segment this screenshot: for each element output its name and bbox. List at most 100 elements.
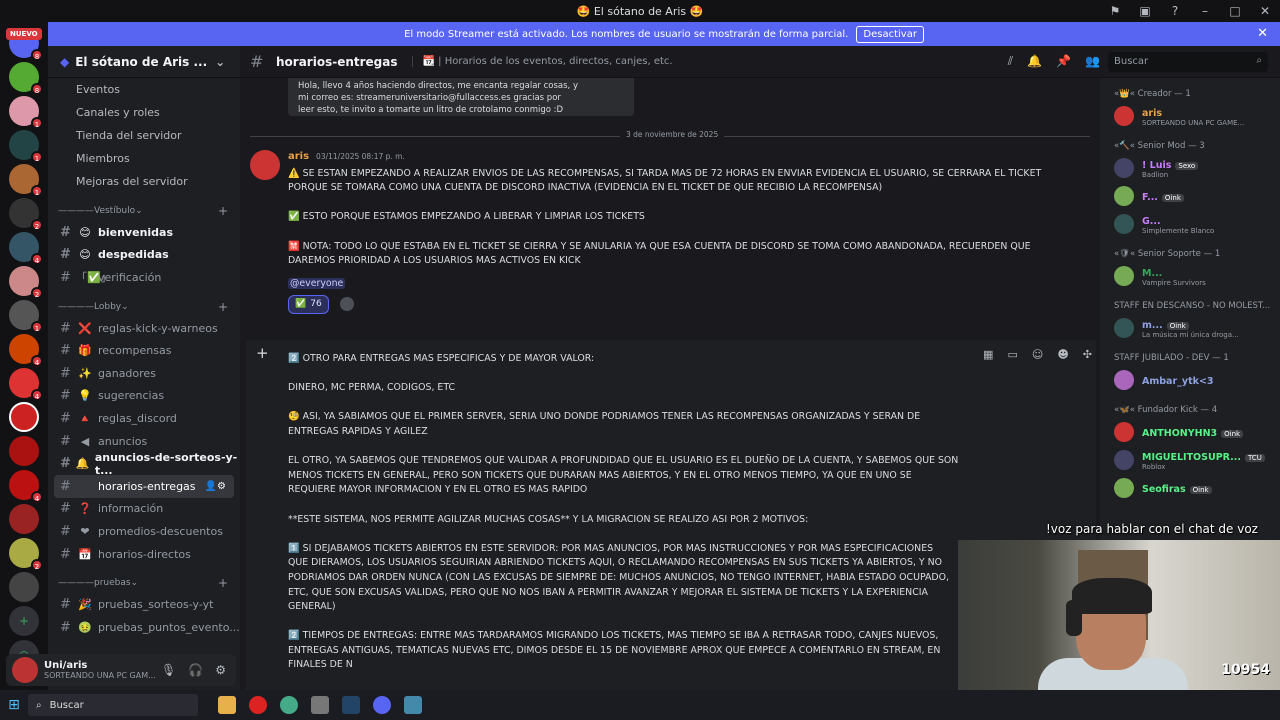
server-icon-2[interactable]: 8 — [9, 62, 43, 95]
channel-item[interactable]: # 🎉 pruebas_sorteos-y-yt — [48, 593, 240, 616]
threads-icon[interactable]: ⫽ — [1008, 54, 1013, 69]
bell-icon[interactable]: 🔔 — [1027, 54, 1042, 69]
disable-streamer-button[interactable]: Desactivar — [856, 25, 924, 43]
avatar[interactable] — [1114, 106, 1134, 126]
avatar[interactable] — [1114, 450, 1134, 470]
close-banner-icon[interactable]: ✕ — [1257, 26, 1268, 41]
calculator-icon[interactable] — [404, 696, 422, 714]
server-icon-15[interactable]: 2 — [9, 538, 43, 571]
screen-icon[interactable]: ▣ — [1130, 4, 1160, 18]
member-item[interactable]: G... Simplemente Blanco — [1100, 210, 1280, 238]
channel-item[interactable]: # 🔺 reglas_discord — [48, 407, 240, 430]
avatar[interactable] — [1114, 158, 1134, 178]
member-item[interactable]: M... Vampire Survivors — [1100, 262, 1280, 290]
channel-item[interactable]: # 🤢 pruebas_puntos_evento... — [48, 616, 240, 639]
everyone-mention[interactable]: @everyone — [288, 277, 346, 289]
close-icon[interactable]: ✕ — [1250, 4, 1280, 18]
channel-item[interactable]: # ✨ ganadores — [48, 362, 240, 385]
channel-item[interactable]: # 「✅」 verificación — [48, 266, 240, 289]
server-icon-4[interactable]: 1 — [9, 130, 43, 163]
plus-icon[interactable]: + — [256, 344, 269, 362]
server-icon-14[interactable] — [9, 504, 39, 534]
minimize-icon[interactable]: – — [1190, 4, 1220, 18]
add-channel-icon[interactable]: + — [218, 576, 228, 590]
member-item[interactable]: m... Oink La música mi única droga... — [1100, 314, 1280, 342]
server-icon-9[interactable]: 1 — [9, 300, 43, 333]
channel-item[interactable]: # ❤ promedios-descuentos — [48, 520, 240, 543]
taskbar-search[interactable]: ⌕ Buscar — [28, 694, 198, 716]
avatar[interactable] — [12, 657, 38, 683]
server-icon-active[interactable] — [9, 402, 39, 432]
opera-icon[interactable] — [249, 696, 267, 714]
members-icon[interactable]: 👥 — [1085, 54, 1100, 69]
add-channel-icon[interactable]: + — [218, 300, 228, 314]
channel-item[interactable]: # 😊 bienvenidas — [48, 221, 240, 244]
channel-item[interactable]: # 💡 sugerencias — [48, 385, 240, 408]
avatar[interactable] — [1114, 370, 1134, 390]
server-header[interactable]: ◆ El sótano de Aris ... ⌄ — [48, 46, 240, 78]
server-icon-11[interactable]: 4 — [9, 368, 43, 401]
member-item[interactable]: Ambar_ytk<3 — [1100, 366, 1280, 394]
member-item[interactable]: ANTHONYHN3 Oink — [1100, 418, 1280, 446]
microphone-icon[interactable]: 🎙 — [161, 663, 176, 677]
add-server-icon[interactable]: + — [9, 606, 39, 636]
app-icon[interactable] — [311, 696, 329, 714]
search-input[interactable]: Buscar ⌕ — [1108, 52, 1268, 72]
add-channel-icon[interactable]: + — [218, 204, 228, 218]
category-lobby[interactable]: ———— Lobby ⌄ + — [48, 297, 240, 317]
channel-item[interactable]: # 😊 despedidas — [48, 244, 240, 267]
channel-item[interactable]: # 🎁 recompensas — [48, 339, 240, 362]
nav-item[interactable]: Canales y roles — [48, 101, 240, 124]
server-icon-12[interactable] — [9, 436, 39, 466]
more-icon[interactable]: ✣ — [1083, 348, 1092, 361]
channel-item[interactable]: # ❌ reglas-kick-y-warneos — [48, 317, 240, 340]
avatar[interactable] — [1114, 478, 1134, 498]
reaction-button[interactable]: ✅ 76 — [288, 295, 329, 314]
steam-icon[interactable] — [342, 696, 360, 714]
nav-item[interactable]: Tienda del servidor — [48, 124, 240, 147]
channel-item[interactable]: # ❓ información — [48, 498, 240, 521]
nav-item[interactable]: Miembros — [48, 147, 240, 170]
member-item[interactable]: F... Oink — [1100, 182, 1280, 210]
avatar[interactable] — [1114, 266, 1134, 286]
maximize-icon[interactable]: □ — [1220, 4, 1250, 18]
file-explorer-icon[interactable] — [218, 696, 236, 714]
server-icon-10[interactable]: 4 — [9, 334, 43, 367]
category-pruebas[interactable]: ———— pruebas ⌄ + — [48, 573, 240, 593]
category-vestibulo[interactable]: ———— Vestíbulo ⌄ + — [48, 201, 240, 221]
avatar[interactable] — [1114, 214, 1134, 234]
server-icon-6[interactable]: 2 — [9, 198, 43, 231]
member-item[interactable]: MIGUELITOSUPR... TCU Roblox — [1100, 446, 1280, 474]
member-item[interactable]: Seofiras Oink — [1100, 474, 1280, 502]
avatar[interactable] — [1114, 422, 1134, 442]
channel-topic[interactable]: 📆 | Horarios de los eventos, directos, c… — [411, 56, 673, 67]
server-icon-7[interactable]: 4 — [9, 232, 43, 265]
discord-icon[interactable] — [373, 696, 391, 714]
chrome-icon[interactable] — [280, 696, 298, 714]
member-item[interactable]: aris SORTEANDO UNA PC GAME... — [1100, 102, 1280, 130]
channel-item[interactable]: # 🔔 anuncios-de-sorteos-y-t... — [48, 451, 240, 477]
help-icon[interactable]: ? — [1160, 4, 1190, 18]
windows-icon[interactable]: ⊞ — [0, 697, 28, 713]
server-icon-5[interactable]: 1 — [9, 164, 43, 197]
avatar[interactable] — [1114, 318, 1134, 338]
channel-item[interactable]: # 📅 horarios-directos — [48, 543, 240, 566]
channel-item[interactable]: # horarios-entregas 👤⚙ — [54, 474, 234, 498]
channel-item[interactable]: # ◀ anuncios — [48, 430, 240, 453]
server-icon-8[interactable]: 2 — [9, 266, 43, 299]
add-reaction-icon[interactable] — [339, 296, 354, 311]
channel-actions[interactable]: 👤⚙ — [205, 481, 226, 492]
nav-item[interactable]: Mejoras del servidor — [48, 170, 240, 193]
message-author[interactable]: aris — [288, 151, 309, 162]
avatar[interactable] — [1114, 186, 1134, 206]
server-icon-13[interactable]: 4 — [9, 470, 43, 503]
nav-item[interactable]: Eventos — [48, 78, 240, 101]
avatar[interactable] — [250, 150, 280, 180]
headphones-icon[interactable]: 🎧 — [188, 663, 203, 677]
inbox-icon[interactable]: ⚑ — [1100, 4, 1130, 18]
settings-icon[interactable]: ⚙ — [215, 663, 226, 677]
member-item[interactable]: ! Luis Sexo Badlion — [1100, 154, 1280, 182]
pin-icon[interactable]: 📌 — [1056, 54, 1071, 69]
server-icon-3[interactable]: 1 — [9, 96, 43, 129]
server-folder[interactable] — [9, 572, 39, 602]
